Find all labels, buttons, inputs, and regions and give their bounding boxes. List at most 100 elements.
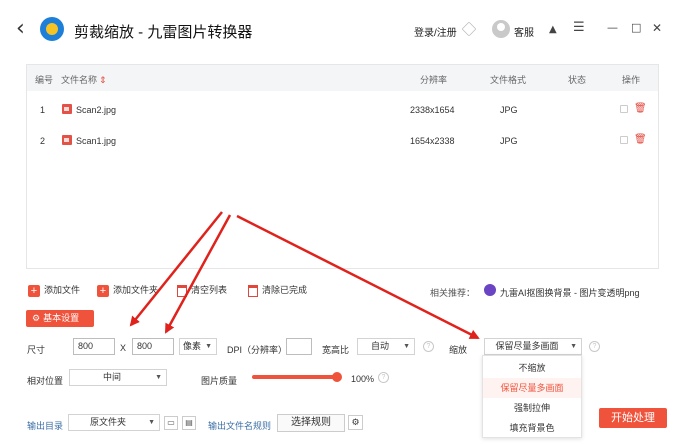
times-sign: X (120, 343, 127, 353)
chevron-down-icon: ▼ (205, 343, 212, 350)
clear-done-button[interactable]: 清除已完成 (248, 283, 307, 297)
row-format: JPG (500, 105, 518, 115)
plus-icon: + (97, 284, 109, 297)
scale-value: 保留尽量多画面 (495, 341, 559, 351)
recommend-label: 相关推荐： (430, 288, 476, 298)
close-icon[interactable]: ✕ (652, 20, 662, 36)
scale-option[interactable]: 强制拉伸 (483, 398, 581, 418)
sort-icon[interactable]: ⇕ (99, 75, 107, 85)
start-processing-button[interactable]: 开始处理 (599, 408, 667, 428)
add-folder-label: 添加文件夹 (113, 285, 159, 295)
quality-slider-thumb[interactable] (332, 372, 342, 382)
table-row[interactable]: 1 Scan2.jpg 2338x1654 JPG 🗑 (27, 95, 658, 125)
quality-label: 图片质量 (201, 376, 238, 386)
app-logo (40, 17, 64, 41)
row-format: JPG (500, 136, 518, 146)
recommend-link[interactable]: 九雷AI抠图换背景 - 图片变透明png (500, 286, 640, 299)
window-title: 剪裁缩放 - 九雷图片转换器 (74, 24, 253, 41)
trash-icon (248, 284, 258, 297)
aspect-value: 自动 (370, 341, 389, 351)
width-input[interactable]: 800 (73, 338, 115, 355)
header-resolution: 分辨率 (420, 75, 448, 85)
menu-icon[interactable]: ☰ (573, 20, 585, 36)
clear-done-label: 清除已完成 (262, 285, 308, 295)
plus-icon: + (28, 284, 40, 297)
open-file-icon[interactable] (620, 105, 628, 113)
output-dir-select[interactable]: 原文件夹 ▼ (68, 414, 160, 431)
aspect-select[interactable]: 自动 ▼ (357, 338, 415, 355)
header-actions: 操作 (622, 75, 641, 85)
table-row[interactable]: 2 Scan1.jpg 1654x2338 JPG 🗑 (27, 126, 658, 156)
title-bar: ‹ 剪裁缩放 - 九雷图片转换器 登录/注册 客服 ▲ ☰ — □ ✕ (0, 0, 683, 58)
basic-settings-tab[interactable]: ⚙ 基本设置 (26, 310, 94, 327)
naming-rule-label: 输出文件名规则 (208, 421, 272, 431)
clear-list-label: 清空列表 (191, 285, 228, 295)
dpi-input[interactable] (286, 338, 312, 355)
scale-dropdown-list: 不缩放 保留尽量多画面 强制拉伸 填充背景色 (482, 355, 582, 438)
unit-select[interactable]: 像素 ▼ (179, 338, 217, 355)
add-folder-button[interactable]: + 添加文件夹 (97, 283, 158, 297)
add-file-button[interactable]: + 添加文件 (28, 283, 80, 297)
header-index: 编号 (35, 75, 54, 85)
trash-icon (177, 284, 187, 297)
login-link[interactable]: 登录/注册 (414, 24, 457, 39)
open-file-icon[interactable] (620, 136, 628, 144)
rule-settings-gear-icon[interactable]: ⚙ (348, 415, 363, 430)
chevron-down-icon: ▼ (148, 419, 155, 426)
maximize-icon[interactable]: □ (631, 20, 641, 36)
scale-label: 缩放 (449, 345, 468, 355)
customer-service-link[interactable]: 客服 (514, 24, 534, 39)
unit-value: 像素 (182, 341, 201, 351)
aspect-label: 宽高比 (322, 345, 350, 355)
back-icon[interactable]: ‹ (16, 18, 25, 40)
chevron-down-icon: ▼ (403, 343, 410, 350)
header-filename[interactable]: 文件名称 ⇕ (61, 73, 107, 86)
scale-option-selected[interactable]: 保留尽量多画面 (483, 378, 581, 398)
image-file-icon (62, 104, 72, 114)
position-value: 中间 (102, 372, 121, 382)
chevron-down-icon: ▼ (570, 343, 577, 350)
position-label: 相对位置 (27, 376, 64, 386)
output-dir-value: 原文件夹 (89, 417, 126, 427)
help-icon[interactable]: ? (423, 341, 434, 352)
vip-diamond-icon[interactable] (461, 21, 477, 37)
minimize-icon[interactable]: — (607, 20, 618, 36)
customer-service-icon[interactable] (492, 20, 510, 38)
basic-settings-label: 基本设置 (43, 313, 80, 323)
position-select[interactable]: 中间 ▼ (69, 369, 167, 386)
row-index: 2 (40, 136, 46, 146)
quality-slider-track[interactable] (252, 375, 338, 379)
row-resolution: 1654x2338 (410, 136, 455, 146)
browse-folder-icon[interactable]: ▭ (164, 416, 178, 430)
height-input[interactable]: 800 (132, 338, 174, 355)
row-filename: Scan2.jpg (76, 105, 117, 115)
tshirt-skin-icon[interactable]: ▲ (549, 22, 557, 38)
row-filename: Scan1.jpg (76, 136, 117, 146)
image-file-icon (62, 135, 72, 145)
help-icon[interactable]: ? (378, 372, 389, 383)
size-label: 尺寸 (27, 345, 46, 355)
row-resolution: 2338x1654 (410, 105, 455, 115)
chevron-down-icon: ▼ (155, 374, 162, 381)
file-table: 编号 文件名称 ⇕ 分辨率 文件格式 状态 操作 1 Scan2.jpg 2338… (26, 64, 659, 269)
header-format: 文件格式 (490, 75, 527, 85)
open-folder-icon[interactable]: ▤ (182, 416, 196, 430)
delete-icon[interactable]: 🗑 (634, 134, 647, 145)
ai-cutout-icon (484, 284, 496, 296)
scale-select[interactable]: 保留尽量多画面 ▼ (484, 338, 582, 355)
choose-rule-button[interactable]: 选择规则 (277, 414, 345, 432)
add-file-label: 添加文件 (44, 285, 81, 295)
delete-icon[interactable]: 🗑 (634, 103, 647, 114)
scale-option[interactable]: 填充背景色 (483, 418, 581, 438)
row-index: 1 (40, 105, 46, 115)
header-filename-label: 文件名称 (61, 75, 98, 85)
help-icon[interactable]: ? (589, 341, 600, 352)
quality-value: 100% (351, 374, 375, 384)
table-header: 编号 文件名称 ⇕ 分辨率 文件格式 状态 操作 (27, 65, 658, 91)
clear-list-button[interactable]: 清空列表 (177, 283, 227, 297)
dpi-label: DPI（分辨率） (227, 345, 288, 355)
scale-option[interactable]: 不缩放 (483, 358, 581, 378)
gear-icon: ⚙ (32, 313, 41, 323)
output-dir-label: 输出目录 (27, 421, 64, 431)
header-status: 状态 (568, 75, 587, 85)
